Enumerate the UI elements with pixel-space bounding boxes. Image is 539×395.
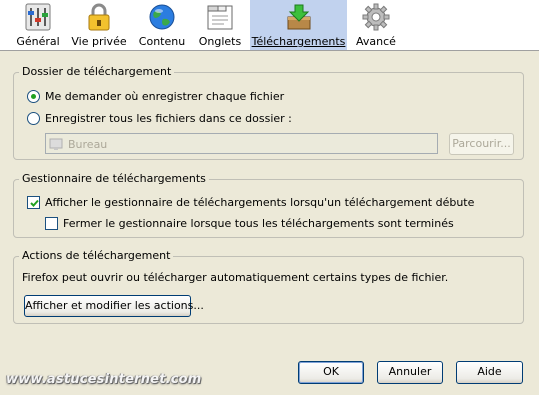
tab-general-label: Général — [16, 35, 60, 48]
tab-tabs[interactable]: Onglets — [195, 0, 245, 50]
download-actions-group: Actions de téléchargement Firefox peut o… — [13, 249, 524, 324]
ask-location-radio[interactable] — [27, 90, 40, 103]
tab-privacy[interactable]: Vie privée — [70, 0, 128, 50]
download-manager-group: Gestionnaire de téléchargements Afficher… — [13, 172, 524, 238]
checkmark-icon — [30, 199, 39, 207]
gear-icon — [362, 3, 390, 31]
show-manager-checkbox[interactable] — [27, 196, 40, 209]
tabs-window-icon — [207, 5, 233, 30]
download-actions-description: Firefox peut ouvrir ou télécharger autom… — [22, 271, 449, 284]
folder-path-value: Bureau — [68, 138, 108, 151]
ask-location-label[interactable]: Me demander où enregistrer chaque fichie… — [45, 90, 284, 103]
view-actions-button[interactable]: Afficher et modifier les actions... — [24, 295, 204, 317]
tab-downloads[interactable]: Téléchargements — [250, 0, 347, 50]
ok-button[interactable]: OK — [298, 361, 364, 384]
close-manager-label[interactable]: Fermer le gestionnaire lorsque tous les … — [63, 217, 454, 230]
tab-downloads-label: Téléchargements — [251, 35, 346, 48]
show-manager-label[interactable]: Afficher le gestionnaire de téléchargeme… — [45, 196, 474, 209]
download-box-icon — [287, 4, 310, 30]
download-folder-title: Dossier de téléchargement — [19, 65, 175, 78]
globe-icon — [149, 4, 175, 30]
preferences-toolbar: Général Vie privée Contenu Onglets Téléc… — [0, 0, 539, 51]
download-folder-group: Dossier de téléchargement Me demander où… — [13, 65, 524, 160]
padlock-icon — [88, 3, 110, 31]
download-manager-title: Gestionnaire de téléchargements — [19, 172, 209, 185]
tab-advanced[interactable]: Avancé — [352, 0, 400, 50]
help-button[interactable]: Aide — [456, 361, 523, 384]
cancel-button[interactable]: Annuler — [377, 361, 443, 384]
desktop-folder-icon — [49, 138, 63, 150]
tab-content-label: Contenu — [138, 35, 186, 48]
tab-tabs-label: Onglets — [198, 35, 242, 48]
tab-privacy-label: Vie privée — [71, 35, 127, 48]
save-to-folder-radio[interactable] — [27, 112, 40, 125]
tab-advanced-label: Avancé — [356, 35, 396, 48]
tab-content[interactable]: Contenu — [136, 0, 188, 50]
download-actions-title: Actions de téléchargement — [19, 249, 174, 262]
browse-button[interactable]: Parcourir... — [449, 133, 514, 155]
tab-general[interactable]: Général — [10, 0, 66, 50]
folder-path-field: Bureau — [45, 133, 438, 154]
site-watermark: www.astucesinternet.com — [6, 372, 202, 387]
general-settings-icon — [25, 3, 51, 31]
close-manager-checkbox[interactable] — [45, 217, 58, 230]
save-to-folder-label[interactable]: Enregistrer tous les fichiers dans ce do… — [45, 112, 292, 125]
